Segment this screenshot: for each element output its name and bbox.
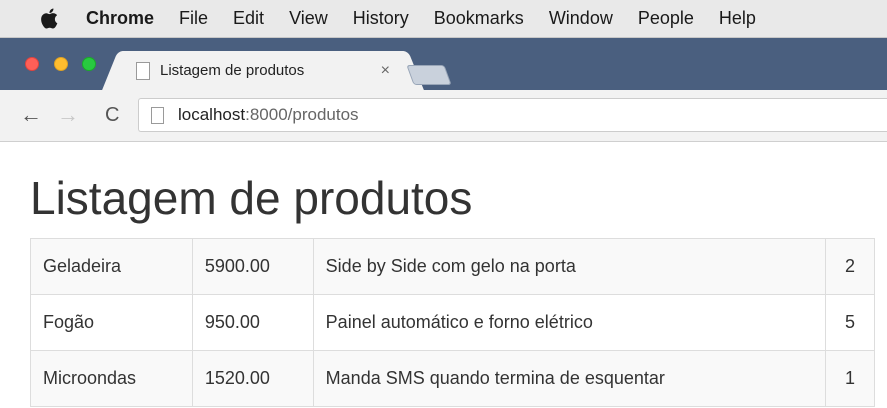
url-host: localhost <box>178 105 246 124</box>
product-quantity-cell: 5 <box>825 294 875 351</box>
page-icon <box>136 61 150 80</box>
menu-file[interactable]: File <box>179 8 208 29</box>
tab-listagem-de-produtos[interactable]: Listagem de produtos × <box>118 51 408 90</box>
menu-help[interactable]: Help <box>719 8 756 29</box>
tab-title: Listagem de produtos <box>160 62 305 79</box>
products-table: Geladeira 5900.00 Side by Side com gelo … <box>30 238 875 407</box>
tab-strip: Listagem de produtos × <box>0 38 887 90</box>
product-name-cell: Geladeira <box>30 238 193 295</box>
product-quantity-cell: 1 <box>825 350 875 407</box>
address-bar[interactable]: localhost:8000/produtos <box>138 98 887 132</box>
window-minimize-button[interactable] <box>54 57 68 71</box>
tab-close-icon[interactable]: × <box>381 62 390 80</box>
menu-history[interactable]: History <box>353 8 409 29</box>
menu-chrome[interactable]: Chrome <box>86 8 154 29</box>
forward-arrow-icon[interactable]: → <box>57 104 79 126</box>
table-row: Fogão 950.00 Painel automático e forno e… <box>30 294 875 351</box>
product-price-cell: 950.00 <box>191 294 314 351</box>
product-description-cell: Painel automático e forno elétrico <box>312 294 827 351</box>
table-row: Microondas 1520.00 Manda SMS quando term… <box>30 350 875 407</box>
product-price-cell: 5900.00 <box>191 238 314 295</box>
menu-view[interactable]: View <box>289 8 328 29</box>
browser-toolbar: ← → C localhost:8000/produtos <box>0 90 887 142</box>
reload-icon[interactable]: C <box>105 104 119 126</box>
table-row: Geladeira 5900.00 Side by Side com gelo … <box>30 238 875 295</box>
menu-bookmarks[interactable]: Bookmarks <box>434 8 524 29</box>
menu-window[interactable]: Window <box>549 8 613 29</box>
product-price-cell: 1520.00 <box>191 350 314 407</box>
product-description-cell: Side by Side com gelo na porta <box>312 238 827 295</box>
window-close-button[interactable] <box>25 57 39 71</box>
url-path: :8000/produtos <box>245 105 359 124</box>
product-name-cell: Fogão <box>30 294 193 351</box>
product-description-cell: Manda SMS quando termina de esquentar <box>312 350 827 407</box>
new-tab-button[interactable] <box>406 65 452 85</box>
product-quantity-cell: 2 <box>825 238 875 295</box>
page-title: Listagem de produtos <box>30 172 473 224</box>
url-text[interactable]: localhost:8000/produtos <box>178 105 359 125</box>
window-maximize-button[interactable] <box>82 57 96 71</box>
back-arrow-icon[interactable]: ← <box>20 104 42 126</box>
menu-bar: Chrome File Edit View History Bookmarks … <box>0 0 887 38</box>
menu-edit[interactable]: Edit <box>233 8 264 29</box>
apple-icon[interactable] <box>38 8 60 30</box>
page-icon <box>151 106 164 124</box>
product-name-cell: Microondas <box>30 350 193 407</box>
menu-people[interactable]: People <box>638 8 694 29</box>
page-content: Listagem de produtos Geladeira 5900.00 S… <box>0 143 887 408</box>
